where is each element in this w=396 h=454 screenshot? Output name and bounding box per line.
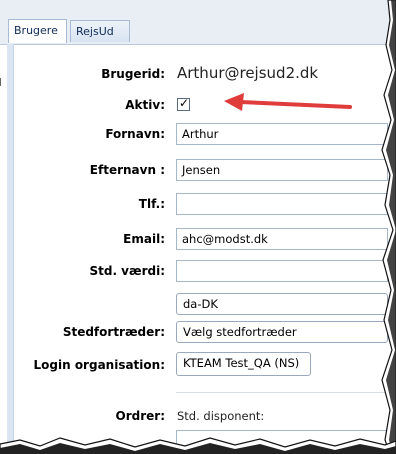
tab-brugere[interactable]: Brugere [8,19,67,43]
section-divider [176,392,386,393]
tlf-label: Tlf.: [138,197,165,211]
aktiv-checkbox[interactable]: ✓ [177,96,190,111]
user-edit-window: Brugere RejsUd Brugerid: Arthur@rejsud2.… [0,0,396,454]
arrow-annotation-icon [224,93,352,111]
stedfortraeder-label: Stedfortræder: [62,325,165,339]
side-marker [0,78,5,86]
stedfortraeder-select[interactable]: Vælg stedfortræder [176,321,388,343]
std-vaerdi-field[interactable] [176,260,388,282]
std-disponent-label: Std. disponent: [177,409,265,423]
email-label: Email: [123,232,165,246]
torn-edge-right [381,0,396,454]
efternavn-field[interactable]: Jensen [176,159,388,181]
tlf-field[interactable] [176,193,388,215]
left-gutter [7,44,14,454]
tab-rejsud[interactable]: RejsUd [70,20,130,42]
login-org-label: Login organisation: [33,358,166,372]
aktiv-label: Aktiv: [125,98,165,112]
locale-select[interactable]: da-DK [176,293,388,315]
fornavn-field[interactable]: Arthur [176,123,388,145]
efternavn-label: Efternavn : [89,163,165,177]
brugerid-label: Brugerid: [101,67,165,81]
torn-edge-bottom [0,437,396,454]
brugerid-value: Arthur@rejsud2.dk [177,64,319,82]
tab-strip: Brugere RejsUd [0,0,396,45]
checkmark-icon: ✓ [179,96,190,110]
login-org-select[interactable]: KTEAM Test_QA (NS) [176,352,311,376]
ordrer-label: Ordrer: [115,409,165,423]
fornavn-label: Fornavn: [105,127,165,141]
email-field[interactable]: ahc@modst.dk [176,228,388,250]
std-vaerdi-label: Std. værdi: [89,264,165,278]
